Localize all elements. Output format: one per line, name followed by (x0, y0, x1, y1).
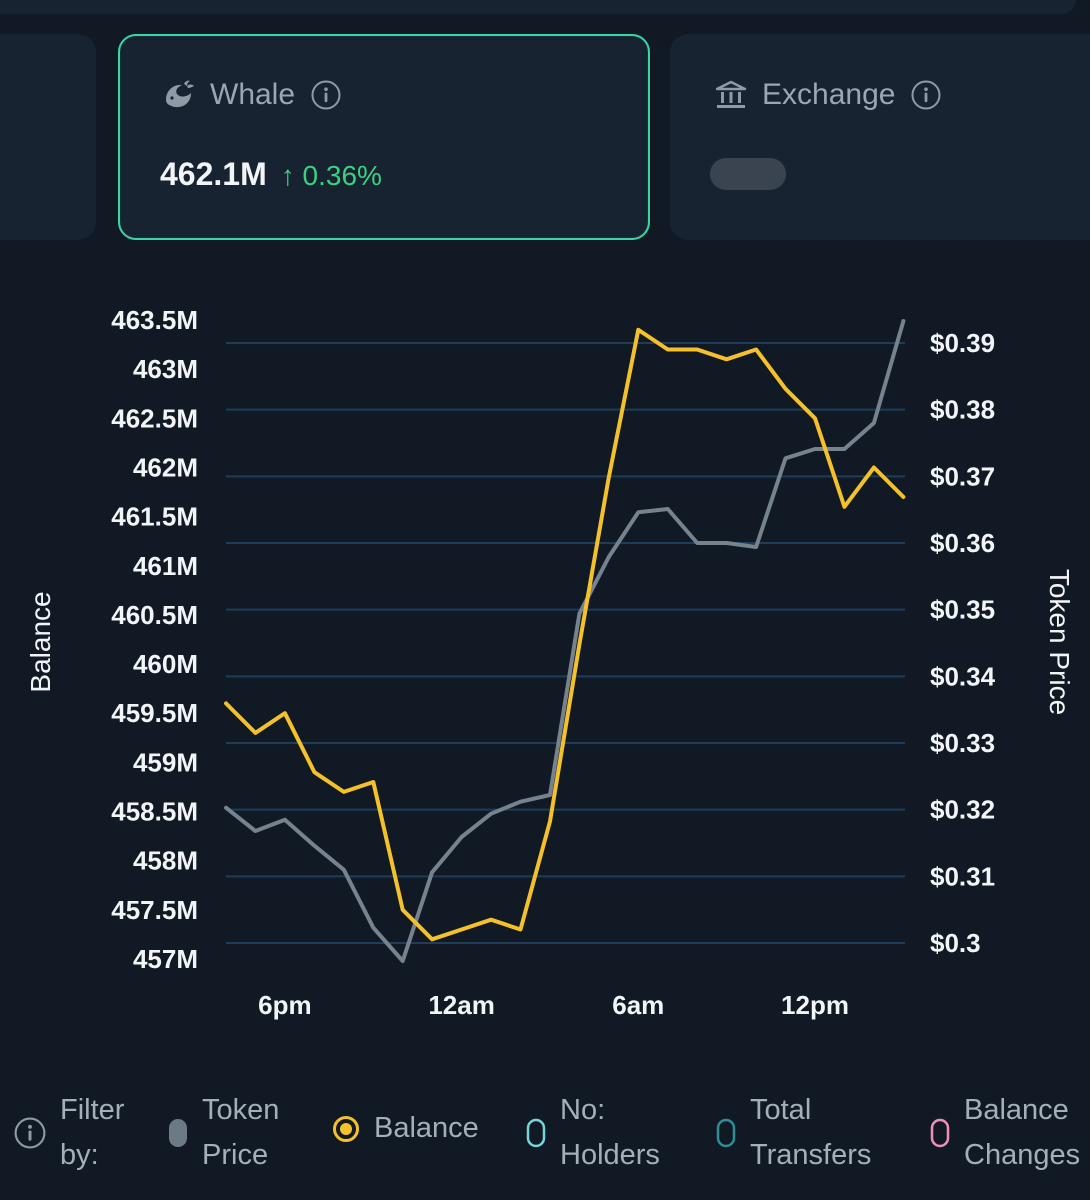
outline-pill-marker-icon (716, 1118, 736, 1148)
whale-card[interactable]: Whale 462.1M ↑ 0.36% (118, 34, 650, 240)
filter-by-text: Filter by: (60, 1094, 125, 1171)
legend-total-transfers[interactable]: Total Transfers (716, 1088, 871, 1178)
chart-filter-legend: Filter by: Token Price Balance No: Holde… (0, 1088, 1090, 1188)
y-tick-label: 462M (133, 452, 198, 482)
filled-pill-marker-icon (169, 1119, 187, 1147)
exchange-card-label: Exchange (762, 78, 896, 111)
token-price-series-line (224, 319, 906, 963)
outline-pill-marker-icon (526, 1118, 546, 1148)
whale-card-header: Whale (162, 78, 341, 112)
whale-change-value: 0.36% (302, 160, 382, 191)
y-tick-label: 459M (133, 747, 198, 777)
whale-card-value-row: 462.1M ↑ 0.36% (160, 156, 382, 193)
holder-category-card-partial[interactable] (0, 34, 96, 240)
y-tick-label: 460.5M (111, 600, 198, 630)
exchange-value-loading-skeleton (710, 158, 786, 190)
y2-tick-label: $0.37 (930, 461, 995, 491)
filter-by-label: Filter by: (14, 1088, 124, 1178)
y-tick-label: 458.5M (111, 797, 198, 827)
y2-tick-label: $0.33 (930, 728, 995, 758)
whale-balance-value: 462.1M (160, 156, 267, 192)
legend-no-holders[interactable]: No: Holders (526, 1088, 660, 1178)
outline-pill-marker-icon (930, 1118, 950, 1148)
exchange-card-header: Exchange (714, 78, 941, 112)
y-tick-label: 457.5M (111, 895, 198, 925)
y-tick-label: 461.5M (111, 502, 198, 532)
y-tick-label: 459.5M (111, 698, 198, 728)
info-icon[interactable] (14, 1117, 46, 1149)
y-tick-label: 461M (133, 551, 198, 581)
y-tick-label: 457M (133, 944, 198, 974)
info-icon[interactable] (311, 80, 341, 110)
whale-card-label: Whale (210, 78, 296, 111)
y-axis-title: Balance (25, 591, 56, 692)
whale-change: ↑ 0.36% (281, 160, 382, 192)
x-tick-label: 6pm (258, 990, 311, 1020)
info-icon[interactable] (911, 80, 941, 110)
legend-balance[interactable]: Balance (332, 1106, 479, 1151)
whale-icon (166, 80, 194, 108)
y-tick-label: 463M (133, 354, 198, 384)
y-tick-label: 462.5M (111, 403, 198, 433)
y-tick-label: 458M (133, 846, 198, 876)
y2-tick-label: $0.32 (930, 795, 995, 825)
exchange-card[interactable]: Exchange (670, 34, 1090, 240)
top-strip (0, 0, 1076, 14)
x-tick-label: 12am (428, 990, 495, 1020)
bank-icon (715, 80, 747, 108)
x-tick-label: 6am (612, 990, 664, 1020)
y2-tick-label: $0.34 (930, 661, 996, 691)
ring-dot-marker-icon (333, 1115, 359, 1142)
y2-axis-title: Token Price (1044, 569, 1075, 715)
legend-balance-changes[interactable]: Balance Changes (930, 1088, 1080, 1178)
arrow-up-icon: ↑ (280, 160, 295, 191)
y2-tick-label: $0.36 (930, 528, 995, 558)
balance-series-line (224, 327, 906, 942)
y2-tick-label: $0.3 (930, 928, 981, 958)
y2-tick-label: $0.38 (930, 395, 995, 425)
y2-tick-label: $0.31 (930, 861, 995, 891)
x-tick-label: 12pm (781, 990, 849, 1020)
legend-token-price[interactable]: Token Price (168, 1088, 279, 1178)
y2-tick-label: $0.35 (930, 595, 995, 625)
y-tick-label: 463.5M (111, 305, 198, 335)
balance-price-chart: 463.5M 463M 462.5M 462M 461.5M 461M 460.5M 460M… (25, 305, 1075, 1020)
y-tick-label: 460M (133, 649, 198, 679)
y2-tick-label: $0.39 (930, 328, 995, 358)
